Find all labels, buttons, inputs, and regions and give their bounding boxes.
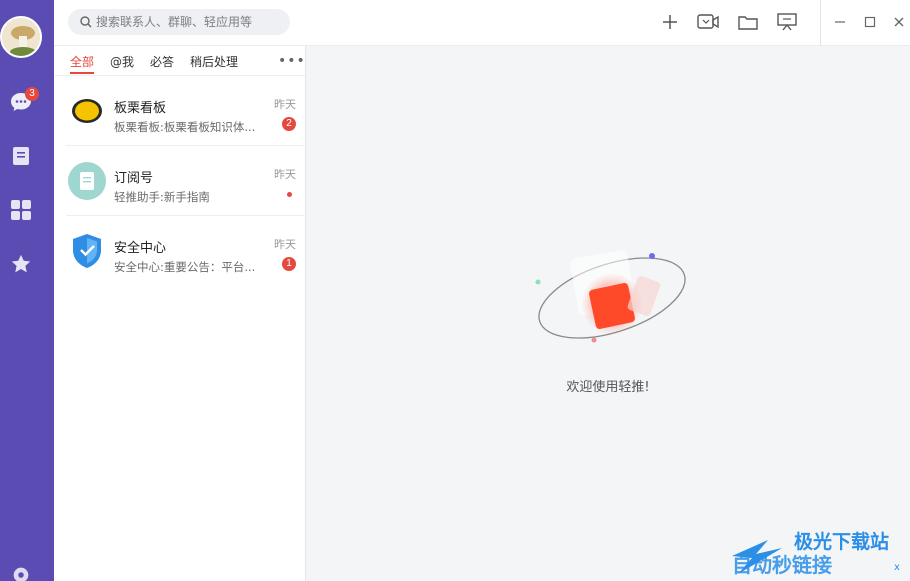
conversation-name: 安全中心: [114, 241, 167, 256]
search-icon: [80, 16, 92, 28]
search-box[interactable]: [68, 9, 290, 35]
main-panel: 欢迎使用轻推!: [306, 46, 910, 581]
watermark: 极光下载站 自动秒链接 x: [728, 526, 908, 578]
conversation-item[interactable]: 订阅号 轻推助手:新手指南 昨天: [66, 146, 306, 216]
document-icon: [68, 162, 106, 200]
search-input[interactable]: [96, 15, 286, 29]
toolbar-divider: [820, 0, 821, 46]
tab-must-answer[interactable]: 必答: [150, 53, 174, 70]
plus-icon[interactable]: [659, 11, 681, 33]
chat-unread-badge: 3: [25, 87, 39, 101]
conversation-name: 板栗看板: [114, 101, 167, 116]
unread-badge: 1: [282, 257, 296, 271]
conversation-list: 全部 @我 必答 稍后处理 ••• 板栗看板 板栗看板:板栗看板知识体... 昨…: [54, 46, 306, 581]
conversation-name: 订阅号: [114, 171, 154, 186]
tab-mentions[interactable]: @我: [110, 53, 134, 70]
top-bar: [54, 0, 910, 46]
conversation-time: 昨天: [274, 168, 296, 181]
unread-dot: [287, 192, 292, 197]
welcome-illustration: [535, 250, 686, 343]
conversation-time: 昨天: [274, 238, 296, 251]
tab-later[interactable]: 稍后处理: [190, 53, 238, 70]
avatar-icon: [2, 18, 40, 56]
conversation-item[interactable]: 安全中心 安全中心:重要公告：平台... 昨天 1: [66, 216, 306, 286]
svg-text:极光下载站: 极光下载站: [794, 530, 889, 553]
star-icon[interactable]: [9, 252, 33, 276]
conversation-preview: 板栗看板:板栗看板知识体...: [114, 120, 256, 134]
video-call-icon[interactable]: [697, 11, 719, 33]
more-icon[interactable]: •••: [278, 53, 306, 69]
user-avatar[interactable]: [0, 16, 42, 58]
apps-grid-icon[interactable]: [9, 198, 33, 222]
presentation-icon[interactable]: [776, 11, 798, 33]
svg-text:自动秒链接: 自动秒链接: [732, 553, 832, 577]
folder-icon[interactable]: [737, 11, 759, 33]
notebook-icon[interactable]: [9, 144, 33, 168]
minimize-icon[interactable]: [832, 14, 848, 30]
watermark-logo: 极光下载站 自动秒链接 x: [732, 530, 900, 577]
unread-badge: 2: [282, 117, 296, 131]
conversation-preview: 轻推助手:新手指南: [114, 190, 210, 204]
filter-tabs: 全部 @我 必答 稍后处理 •••: [54, 46, 305, 76]
tab-all[interactable]: 全部: [70, 53, 94, 70]
conversation-item[interactable]: 板栗看板 板栗看板:板栗看板知识体... 昨天 2: [66, 76, 306, 146]
welcome-text: 欢迎使用轻推!: [566, 380, 650, 395]
active-tab-indicator: [70, 72, 94, 74]
nav-rail: 3: [0, 0, 54, 581]
gear-icon[interactable]: [9, 563, 33, 581]
conversation-time: 昨天: [274, 98, 296, 111]
close-icon[interactable]: [891, 14, 907, 30]
lemon-icon: [68, 92, 106, 130]
maximize-icon[interactable]: [862, 14, 878, 30]
conversation-preview: 安全中心:重要公告：平台...: [114, 260, 256, 274]
shield-check-icon: [68, 232, 106, 270]
svg-text:x: x: [894, 562, 900, 573]
